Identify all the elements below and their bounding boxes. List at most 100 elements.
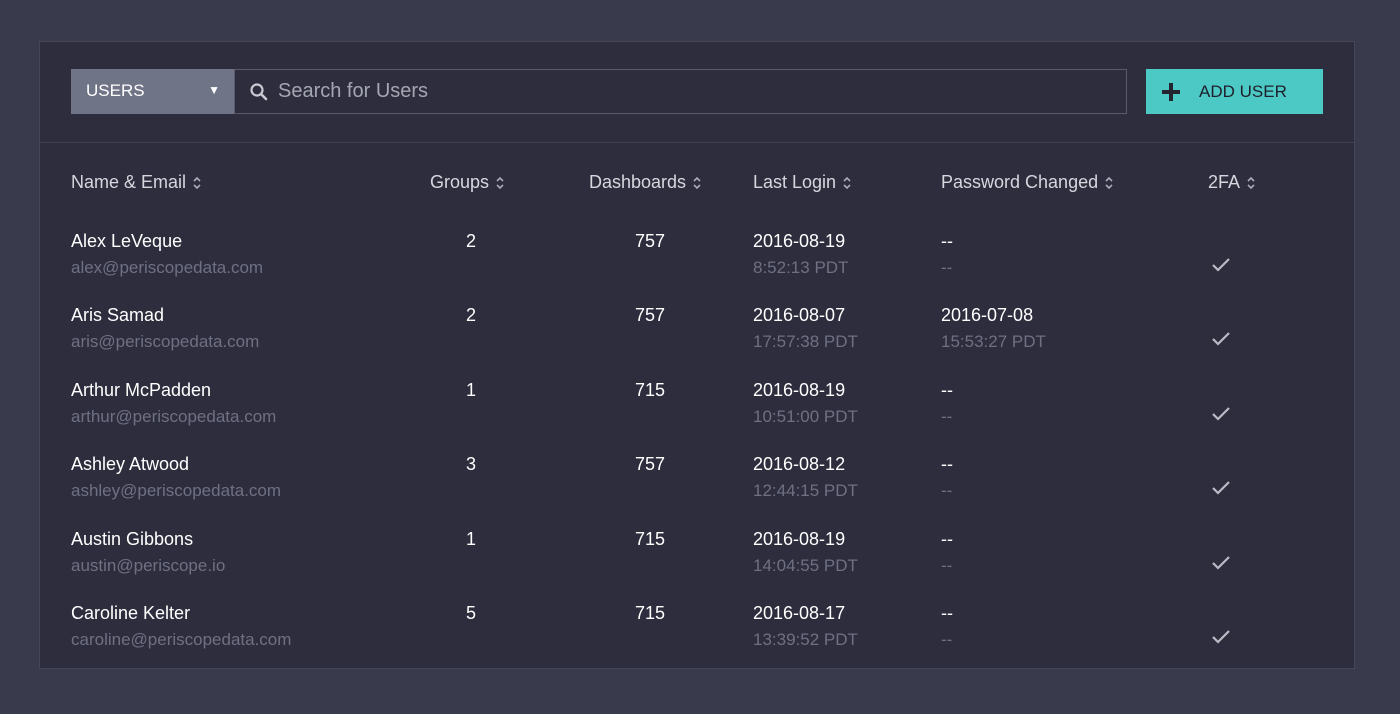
user-email: aris@periscopedata.com xyxy=(71,332,260,351)
dashboards-count: 715 xyxy=(634,529,666,549)
password-changed-time: -- xyxy=(941,407,953,426)
table-row[interactable]: Ashley Atwood ashley@periscopedata.com 3… xyxy=(40,454,1354,528)
last-login-date: 2016-08-07 xyxy=(753,305,846,325)
user-name-email-cell: Alex LeVeque alex@periscopedata.com xyxy=(71,231,263,278)
last-login-date: 2016-08-19 xyxy=(753,380,846,400)
column-header-label: Last Login xyxy=(753,172,837,192)
table-header: Name & Email Groups Dashboards Last Logi… xyxy=(40,172,1354,202)
groups-count: 1 xyxy=(465,380,476,400)
sort-icon xyxy=(193,177,201,190)
last-login-cell: 2016-08-12 12:44:15 PDT xyxy=(753,454,858,501)
groups-count: 3 xyxy=(465,454,476,474)
password-changed-cell: 2016-07-08 15:53:27 PDT xyxy=(941,305,1046,352)
user-name-email-cell: Arthur McPadden arthur@periscopedata.com xyxy=(71,380,276,427)
password-changed-date: 2016-07-08 xyxy=(941,305,1034,325)
column-header-name-email[interactable]: Name & Email xyxy=(71,172,201,193)
last-login-date: 2016-08-12 xyxy=(753,454,846,474)
password-changed-date: -- xyxy=(941,603,953,623)
last-login-cell: 2016-08-17 13:39:52 PDT xyxy=(753,603,858,650)
password-changed-cell: -- -- xyxy=(941,454,953,501)
password-changed-cell: -- -- xyxy=(941,231,953,278)
dashboards-count: 757 xyxy=(634,231,666,251)
chevron-down-icon: ▼ xyxy=(208,83,220,97)
last-login-date: 2016-08-19 xyxy=(753,529,846,549)
last-login-date: 2016-08-19 xyxy=(753,231,846,251)
user-name: Arthur McPadden xyxy=(71,380,212,400)
password-changed-time: -- xyxy=(941,258,953,277)
sort-icon xyxy=(693,177,701,190)
password-changed-date: -- xyxy=(941,454,953,474)
entity-type-select-value: USERS xyxy=(86,81,145,100)
dashboards-count: 715 xyxy=(634,603,666,623)
last-login-time: 14:04:55 PDT xyxy=(753,556,858,575)
user-email: caroline@periscopedata.com xyxy=(71,630,292,649)
user-name: Alex LeVeque xyxy=(71,231,183,251)
checkmark-icon xyxy=(1212,481,1230,495)
checkmark-icon xyxy=(1212,332,1230,346)
users-panel: USERS ▼ ADD USER Name & Email Groups Das xyxy=(39,41,1355,669)
table-row[interactable]: Caroline Kelter caroline@periscopedata.c… xyxy=(40,603,1354,677)
password-changed-time: -- xyxy=(941,630,953,649)
password-changed-date: -- xyxy=(941,380,953,400)
last-login-time: 8:52:13 PDT xyxy=(753,258,849,277)
last-login-date: 2016-08-17 xyxy=(753,603,846,623)
column-header-label: Groups xyxy=(430,172,490,192)
password-changed-cell: -- -- xyxy=(941,603,953,650)
toolbar: USERS ▼ ADD USER xyxy=(40,42,1354,143)
last-login-cell: 2016-08-19 14:04:55 PDT xyxy=(753,529,858,576)
password-changed-date: -- xyxy=(941,529,953,549)
user-email: ashley@periscopedata.com xyxy=(71,481,282,500)
search-icon xyxy=(250,83,268,101)
password-changed-cell: -- -- xyxy=(941,380,953,427)
last-login-cell: 2016-08-19 8:52:13 PDT xyxy=(753,231,848,278)
sort-icon xyxy=(1105,177,1113,190)
user-name: Austin Gibbons xyxy=(71,529,194,549)
password-changed-cell: -- -- xyxy=(941,529,953,576)
groups-count: 1 xyxy=(465,529,476,549)
column-header-label: Name & Email xyxy=(71,172,187,192)
table-row[interactable]: Alex LeVeque alex@periscopedata.com 2 75… xyxy=(40,231,1354,305)
column-header-last-login[interactable]: Last Login xyxy=(753,172,851,193)
checkmark-icon xyxy=(1212,556,1230,570)
password-changed-time: 15:53:27 PDT xyxy=(941,332,1046,351)
last-login-time: 17:57:38 PDT xyxy=(753,332,858,351)
groups-count: 2 xyxy=(465,305,476,325)
table-row[interactable]: Arthur McPadden arthur@periscopedata.com… xyxy=(40,380,1354,454)
last-login-time: 12:44:15 PDT xyxy=(753,481,858,500)
user-name-email-cell: Ashley Atwood ashley@periscopedata.com xyxy=(71,454,281,501)
sort-icon xyxy=(1247,177,1255,190)
dashboards-count: 715 xyxy=(634,380,666,400)
user-name-email-cell: Aris Samad aris@periscopedata.com xyxy=(71,305,259,352)
column-header-label: 2FA xyxy=(1208,172,1241,192)
last-login-cell: 2016-08-07 17:57:38 PDT xyxy=(753,305,858,352)
user-name: Aris Samad xyxy=(71,305,165,325)
dashboards-count: 757 xyxy=(634,305,666,325)
last-login-cell: 2016-08-19 10:51:00 PDT xyxy=(753,380,858,427)
user-name-email-cell: Caroline Kelter caroline@periscopedata.c… xyxy=(71,603,291,650)
dashboards-count: 757 xyxy=(634,454,666,474)
user-name: Ashley Atwood xyxy=(71,454,190,474)
column-header-label: Password Changed xyxy=(941,172,1099,192)
column-header-2fa[interactable]: 2FA xyxy=(1208,172,1255,193)
plus-icon xyxy=(1162,83,1180,101)
password-changed-time: -- xyxy=(941,556,953,575)
search-box[interactable] xyxy=(234,69,1127,114)
groups-count: 2 xyxy=(465,231,476,251)
user-email: austin@periscope.io xyxy=(71,556,226,575)
user-email: alex@periscopedata.com xyxy=(71,258,264,277)
user-name: Caroline Kelter xyxy=(71,603,191,623)
column-header-dashboards[interactable]: Dashboards xyxy=(589,172,701,193)
checkmark-icon xyxy=(1212,407,1230,421)
add-user-button[interactable]: ADD USER xyxy=(1146,69,1323,114)
column-header-label: Dashboards xyxy=(589,172,687,192)
password-changed-date: -- xyxy=(941,231,953,251)
add-user-button-label: ADD USER xyxy=(1199,82,1287,101)
groups-count: 5 xyxy=(465,603,476,623)
table-row[interactable]: Aris Samad aris@periscopedata.com 2 757 … xyxy=(40,305,1354,379)
entity-type-select[interactable]: USERS ▼ xyxy=(71,69,234,114)
checkmark-icon xyxy=(1212,258,1230,272)
column-header-password-changed[interactable]: Password Changed xyxy=(941,172,1113,193)
column-header-groups[interactable]: Groups xyxy=(430,172,504,193)
table-row[interactable]: Austin Gibbons austin@periscope.io 1 715… xyxy=(40,529,1354,603)
search-input[interactable] xyxy=(278,70,1108,113)
